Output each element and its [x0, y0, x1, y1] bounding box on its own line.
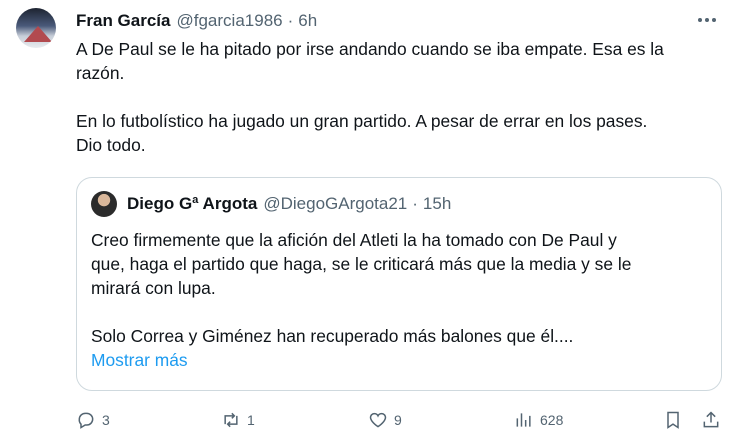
avatar-image — [24, 26, 52, 42]
quote-text-line: que, haga el partido que haga, se le cri… — [91, 254, 632, 274]
bookmark-button[interactable] — [663, 406, 683, 434]
separator-dot: · — [287, 11, 294, 30]
tweet-text-line: A De Paul se le ha pitado por irse andan… — [76, 39, 664, 59]
show-more-link[interactable]: Mostrar más — [91, 348, 188, 372]
reply-button[interactable]: 3 — [76, 406, 110, 434]
quoted-tweet[interactable]: Diego Gª Argota @DiegoGArgota21 · 15h Cr… — [76, 177, 722, 391]
more-icon[interactable] — [694, 10, 720, 30]
quote-header: Diego Gª Argota @DiegoGArgota21 · 15h — [127, 194, 451, 214]
quote-text-line: Solo Correa y Giménez han recuperado más… — [91, 326, 574, 346]
quote-text: Creo firmemente que la afición del Atlet… — [91, 228, 701, 372]
quote-text-line: Creo firmemente que la afición del Atlet… — [91, 230, 617, 250]
retweet-icon — [224, 412, 238, 428]
quote-time: 15h — [422, 194, 452, 213]
share-icon — [703, 411, 719, 428]
quote-author-handle: @DiegoGArgota21 — [263, 194, 408, 213]
author-name[interactable]: Fran García — [76, 11, 171, 31]
retweet-button[interactable]: 1 — [221, 406, 255, 434]
quote-author-name: Diego Gª Argota — [127, 194, 258, 213]
reply-icon — [78, 412, 94, 429]
tweet-text-line: razón. — [76, 63, 125, 83]
author-avatar[interactable] — [16, 8, 56, 48]
tweet-text-line: Dio todo. — [76, 135, 146, 155]
bookmark-icon — [667, 411, 679, 429]
reply-count: 3 — [102, 412, 110, 428]
retweet-count: 1 — [247, 412, 255, 428]
quote-text-line: mirará con lupa. — [91, 278, 216, 298]
like-icon — [369, 412, 387, 428]
views-button[interactable]: 628 — [514, 406, 563, 434]
quote-author-avatar — [91, 191, 117, 217]
views-count: 628 — [540, 412, 564, 428]
tweet-text-line: En lo futbolístico ha jugado un gran par… — [76, 111, 648, 131]
like-count: 9 — [394, 412, 402, 428]
tweet-text: A De Paul se le ha pitado por irse andan… — [76, 37, 726, 157]
action-bar: 3 1 9 628 — [0, 406, 734, 434]
author-handle[interactable]: @fgarcia1986 — [177, 11, 283, 31]
like-button[interactable]: 9 — [368, 406, 402, 434]
share-button[interactable] — [701, 406, 721, 434]
separator-dot: · — [412, 194, 418, 213]
tweet-time[interactable]: 6h — [298, 11, 317, 31]
tweet-header: Fran García @fgarcia1986 · 6h — [76, 10, 317, 32]
views-icon — [516, 413, 531, 427]
